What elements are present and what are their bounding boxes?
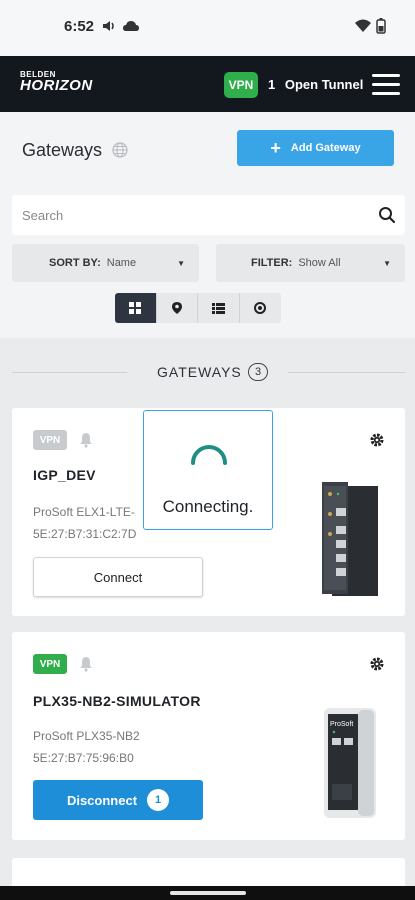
filter-label: FILTER: [251, 257, 293, 269]
filter-value: Show All [298, 257, 341, 269]
connecting-text: Connecting. [162, 497, 254, 516]
gateway-count-badge: 3 [248, 363, 268, 381]
bell-icon[interactable] [79, 432, 93, 448]
battery-icon [376, 18, 386, 34]
gateway-device-image: ProSoft [324, 708, 376, 818]
disconnect-label: Disconnect [66, 792, 138, 808]
search-icon[interactable] [378, 206, 396, 224]
vpn-status-badge: VPN [33, 430, 67, 450]
bell-icon[interactable] [79, 656, 93, 672]
grid-icon [129, 302, 142, 314]
filter-dropdown[interactable]: FILTER: Show All ▼ [216, 244, 405, 282]
status-time: 6:52 [64, 18, 95, 35]
svg-text:ProSoft: ProSoft [330, 721, 353, 728]
do-not-disturb-icon [103, 21, 114, 31]
tunnel-count-badge: 1 [147, 789, 170, 811]
vpn-status-badge: VPN [33, 654, 67, 674]
chevron-down-icon: ▼ [383, 259, 391, 268]
gateway-device-image [322, 482, 378, 596]
list-view-button[interactable] [198, 293, 240, 323]
list-icon [211, 302, 225, 314]
gateway-card-partial [12, 858, 405, 888]
logo-line2: HORIZON [20, 77, 93, 94]
logo[interactable]: BELDEN HORIZON [20, 70, 93, 94]
loading-spinner-icon [191, 445, 227, 465]
gateway-mac: 5E:27:B7:75:96:B0 [33, 751, 134, 765]
status-view-button[interactable] [239, 293, 281, 323]
gateway-mac: 5E:27:B7:31:C2:7D [33, 527, 137, 541]
tunnel-count: 1 [268, 77, 276, 92]
menu-icon[interactable] [372, 74, 400, 96]
search-box [12, 195, 405, 235]
sort-label: SORT BY: [49, 257, 101, 269]
add-gateway-label: Add Gateway [290, 142, 361, 154]
status-bar: 6:52 [0, 0, 415, 56]
cloud-icon [123, 21, 139, 31]
sort-value: Name [106, 257, 137, 269]
vpn-badge[interactable]: VPN [224, 72, 258, 98]
globe-icon[interactable] [112, 142, 128, 158]
chevron-down-icon: ▼ [177, 259, 185, 268]
add-gateway-button[interactable]: + Add Gateway [237, 130, 394, 166]
gateway-model: ProSoft ELX1-LTE- [33, 505, 135, 519]
page-title: Gateways [22, 140, 103, 160]
gateway-card: VPN PLX35-NB2-SIMULATOR ProSoft PLX35-NB… [12, 632, 405, 840]
gateway-model: ProSoft PLX35-NB2 [33, 729, 140, 743]
map-view-button[interactable] [156, 293, 198, 323]
circle-dot-icon [254, 302, 267, 314]
section-title: GATEWAYS [157, 364, 242, 380]
gateway-name[interactable]: IGP_DEV [33, 467, 96, 483]
plus-icon: + [270, 138, 281, 158]
search-input[interactable] [12, 195, 362, 235]
wifi-icon [355, 19, 371, 32]
disconnect-button[interactable]: Disconnect 1 [33, 780, 203, 820]
gear-icon[interactable] [369, 656, 385, 672]
connecting-dialog: Connecting. [143, 410, 273, 530]
map-pin-icon [171, 302, 182, 314]
tunnel-label: Open Tunnel [284, 77, 364, 92]
gateway-name[interactable]: PLX35-NB2-SIMULATOR [33, 693, 201, 709]
open-tunnel-indicator[interactable]: 1 Open Tunnel [268, 77, 363, 92]
sort-dropdown[interactable]: SORT BY: Name ▼ [12, 244, 199, 282]
view-toggle [115, 293, 281, 323]
home-handle[interactable] [170, 891, 246, 895]
connect-button[interactable]: Connect [33, 557, 203, 597]
grid-view-button[interactable] [115, 293, 157, 323]
gear-icon[interactable] [369, 432, 385, 448]
